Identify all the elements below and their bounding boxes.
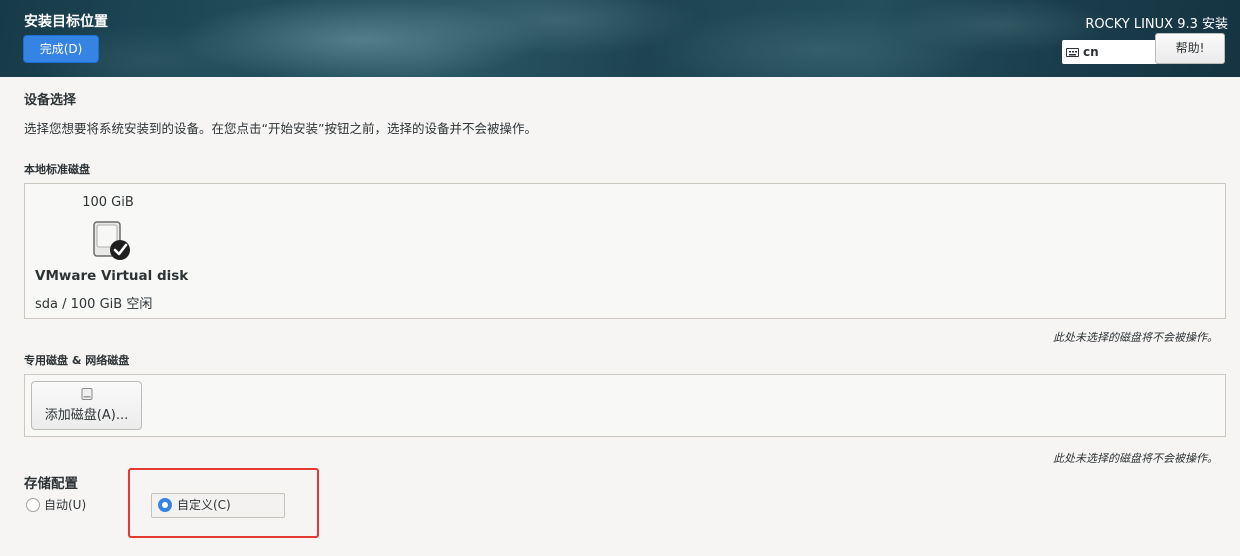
page-title: 安装目标位置: [24, 14, 108, 30]
local-disks-note: 此处未选择的磁盘将不会被操作。: [1053, 331, 1218, 344]
disk-size: 100 GiB: [82, 195, 134, 210]
disk-card-sda[interactable]: 100 GiB VMware Virtual disk sda / 100 Gi…: [33, 190, 193, 315]
disk-name: VMware Virtual disk: [35, 268, 189, 284]
keyboard-layout-indicator[interactable]: cn: [1062, 40, 1158, 64]
radio-automatic-label: 自动(U): [44, 498, 87, 512]
local-disks-panel: 100 GiB VMware Virtual disk sda / 100 Gi…: [24, 183, 1226, 319]
highlight-annotation: [128, 468, 319, 538]
storage-config-title: 存储配置: [24, 476, 78, 492]
disk-icon: [81, 388, 93, 400]
device-selection-description: 选择您想要将系统安装到的设备。在您点击“开始安装”按钮之前，选择的设备并不会被操…: [24, 121, 537, 136]
device-selection-title: 设备选择: [24, 93, 77, 108]
special-disks-panel: 添加磁盘(A)...: [24, 374, 1226, 437]
special-disks-note: 此处未选择的磁盘将不会被操作。: [1053, 452, 1218, 465]
radio-automatic[interactable]: 自动(U): [26, 498, 86, 513]
add-disk-label: 添加磁盘(A)...: [44, 408, 129, 423]
done-button[interactable]: 完成(D): [23, 35, 99, 63]
help-button[interactable]: 帮助!: [1155, 33, 1225, 64]
hard-disk-checked-icon: [93, 221, 130, 260]
keyboard-layout-label: cn: [1083, 45, 1099, 59]
special-disks-label: 专用磁盘 & 网络磁盘: [24, 354, 130, 367]
keyboard-icon: [1066, 48, 1079, 57]
radio-unchecked-icon: [26, 498, 40, 512]
product-title: ROCKY LINUX 9.3 安装: [1085, 17, 1228, 32]
add-disk-button[interactable]: 添加磁盘(A)...: [31, 381, 142, 430]
local-disks-label: 本地标准磁盘: [24, 163, 90, 176]
disk-free-space: sda / 100 GiB 空闲: [35, 297, 153, 312]
header-bar: 安装目标位置 完成(D) ROCKY LINUX 9.3 安装 cn 帮助!: [0, 0, 1240, 77]
